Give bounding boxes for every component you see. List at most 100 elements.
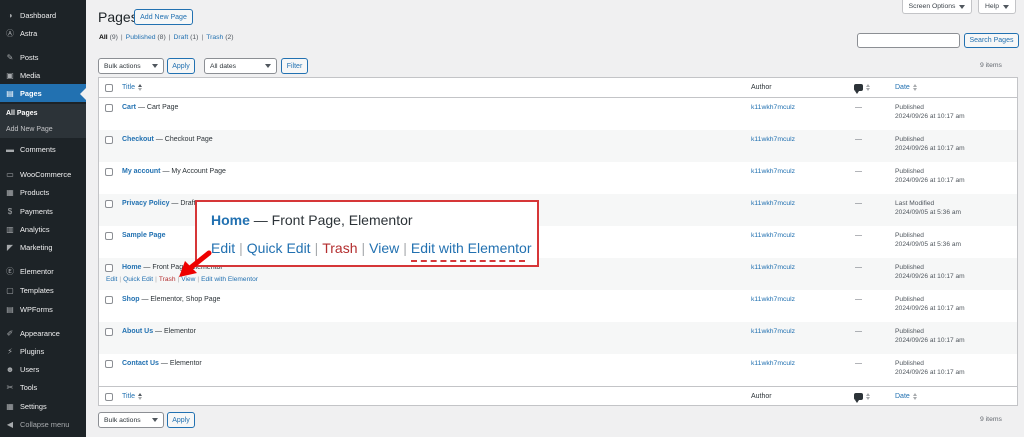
author-link[interactable]: k11wkh7mculz <box>751 328 795 335</box>
woocommerce-icon: ▭ <box>6 169 14 179</box>
author-link[interactable]: k11wkh7mculz <box>751 200 795 207</box>
sidebar-item-wpforms[interactable]: ▤ WPForms <box>0 300 86 318</box>
page-title-link[interactable]: My account <box>122 168 161 175</box>
screen-options-tab[interactable]: Screen Options <box>902 0 972 14</box>
table-row: Contact Us — Elementor k11wkh7mculz — Publi… <box>99 354 1017 386</box>
filter-all[interactable]: All (9) <box>99 34 118 41</box>
author-link[interactable]: k11wkh7mculz <box>751 232 795 239</box>
submenu-all-pages[interactable]: All Pages <box>6 110 38 117</box>
row-checkbox[interactable] <box>105 328 113 336</box>
author-link[interactable]: k11wkh7mculz <box>751 264 795 271</box>
help-label: Help <box>985 3 999 10</box>
column-title-header[interactable]: Title <box>122 393 142 400</box>
help-tab[interactable]: Help <box>978 0 1016 14</box>
author-link[interactable]: k11wkh7mculz <box>751 296 795 303</box>
select-all-checkbox[interactable] <box>105 84 113 92</box>
author-link[interactable]: k11wkh7mculz <box>751 168 795 175</box>
row-checkbox[interactable] <box>105 296 113 304</box>
page-title-link[interactable]: Home <box>122 264 141 271</box>
callout-edit-with-elementor-link[interactable]: Edit with Elementor <box>410 240 532 262</box>
sidebar-item-appearance[interactable]: ✐ Appearance <box>0 324 86 342</box>
search-pages-button[interactable]: Search Pages <box>964 33 1019 48</box>
row-checkbox[interactable] <box>105 200 113 208</box>
callout-trash-link[interactable]: Trash <box>322 240 357 256</box>
column-comments-header[interactable] <box>854 84 870 94</box>
row-action-edit[interactable]: Edit <box>106 276 117 283</box>
sidebar-item-label: Plugins <box>20 346 45 356</box>
sidebar-item-analytics[interactable]: ▥ Analytics <box>0 220 86 238</box>
sidebar-item-marketing[interactable]: ◤ Marketing <box>0 238 86 256</box>
add-new-page-button[interactable]: Add New Page <box>134 9 193 25</box>
separator: | <box>120 34 123 41</box>
row-checkbox[interactable] <box>105 264 113 272</box>
author-link[interactable]: k11wkh7mculz <box>751 104 795 111</box>
callout-view-link[interactable]: View <box>369 240 399 256</box>
page-title-link[interactable]: Shop <box>122 296 140 303</box>
publish-date: 2024/09/05 at 5:36 am <box>895 241 961 248</box>
column-date-header[interactable]: Date <box>895 393 917 400</box>
row-checkbox[interactable] <box>105 168 113 176</box>
row-checkbox[interactable] <box>105 232 113 240</box>
page-title-link[interactable]: About Us <box>122 328 153 335</box>
row-action-quick-edit[interactable]: Quick Edit <box>123 276 153 283</box>
bulk-actions-select[interactable]: Bulk actions <box>98 58 164 74</box>
author-link[interactable]: k11wkh7mculz <box>751 360 795 367</box>
filter-published[interactable]: Published (8) <box>126 34 166 41</box>
row-checkbox[interactable] <box>105 104 113 112</box>
column-title-header[interactable]: Title <box>122 84 142 91</box>
sidebar-item-collapse-menu[interactable]: ◀ Collapse menu <box>0 415 86 433</box>
sidebar-item-posts[interactable]: ✎ Posts <box>0 48 86 66</box>
sidebar-item-dashboard[interactable]: ◑ Dashboard <box>0 6 86 24</box>
bulk-actions-label: Bulk actions <box>104 416 141 424</box>
page-title-link[interactable]: Checkout <box>122 136 154 143</box>
sidebar-item-elementor[interactable]: Ⓔ Elementor <box>0 262 86 280</box>
sidebar-item-users[interactable]: ☻ Users <box>0 360 86 378</box>
bulk-actions-select-bottom[interactable]: Bulk actions <box>98 412 164 428</box>
callout-page-title[interactable]: Home <box>211 212 250 228</box>
sidebar-item-label: Users <box>20 364 40 374</box>
sidebar-item-templates[interactable]: ▢ Templates <box>0 281 86 299</box>
filter-draft[interactable]: Draft (1) <box>173 34 198 41</box>
table-header: Title Author Date <box>99 78 1017 98</box>
pages-submenu: All Pages Add New Page <box>0 104 86 138</box>
callout-post-state: — Front Page, Elementor <box>249 212 413 228</box>
sidebar-item-pages[interactable]: ▤ Pages <box>0 84 86 102</box>
column-comments-header[interactable] <box>854 393 870 403</box>
page-title-link[interactable]: Cart <box>122 104 136 111</box>
separator: | <box>168 34 171 41</box>
sidebar-item-settings[interactable]: ▦ Settings <box>0 397 86 415</box>
page-title-link[interactable]: Sample Page <box>122 232 166 239</box>
dates-filter-select[interactable]: All dates <box>204 58 277 74</box>
column-date-header[interactable]: Date <box>895 84 917 91</box>
callout-quick-edit-link[interactable]: Quick Edit <box>247 240 311 256</box>
row-checkbox[interactable] <box>105 136 113 144</box>
sidebar-item-products[interactable]: ▦ Products <box>0 183 86 201</box>
sidebar-item-comments[interactable]: ▬ Comments <box>0 140 86 158</box>
items-count: 9 items <box>980 62 1002 69</box>
publish-date: 2024/09/26 at 10:17 am <box>895 145 965 152</box>
sidebar-item-woocommerce[interactable]: ▭ WooCommerce <box>0 165 86 183</box>
sidebar-item-astra[interactable]: Ⓐ Astra <box>0 24 86 42</box>
author-link[interactable]: k11wkh7mculz <box>751 136 795 143</box>
submenu-add-new-page[interactable]: Add New Page <box>6 126 53 133</box>
row-checkbox[interactable] <box>105 360 113 368</box>
status-filter-links: All (9) | Published (8) | Draft (1) | Tr… <box>99 34 234 41</box>
search-input[interactable] <box>857 33 960 48</box>
sidebar-item-media[interactable]: ▣ Media <box>0 66 86 84</box>
filter-trash[interactable]: Trash (2) <box>206 34 233 41</box>
sidebar-item-payments[interactable]: $ Payments <box>0 202 86 220</box>
apply-button-bottom[interactable]: Apply <box>167 412 195 428</box>
page-title-link[interactable]: Privacy Policy <box>122 200 169 207</box>
apply-button[interactable]: Apply <box>167 58 195 74</box>
comments-count: — <box>855 264 862 271</box>
sidebar-item-plugins[interactable]: ⚡ Plugins <box>0 342 86 360</box>
page-title-link[interactable]: Contact Us <box>122 360 159 367</box>
analytics-icon: ▥ <box>6 224 14 234</box>
sidebar-item-tools[interactable]: ✂ Tools <box>0 378 86 396</box>
filter-button[interactable]: Filter <box>281 58 308 74</box>
separator: | <box>361 240 366 256</box>
pages-icon: ▤ <box>6 88 14 98</box>
callout-edit-with-elementor-label: Edit with Elementor <box>410 240 532 256</box>
select-all-checkbox[interactable] <box>105 393 113 401</box>
row-action-trash[interactable]: Trash <box>159 276 176 283</box>
